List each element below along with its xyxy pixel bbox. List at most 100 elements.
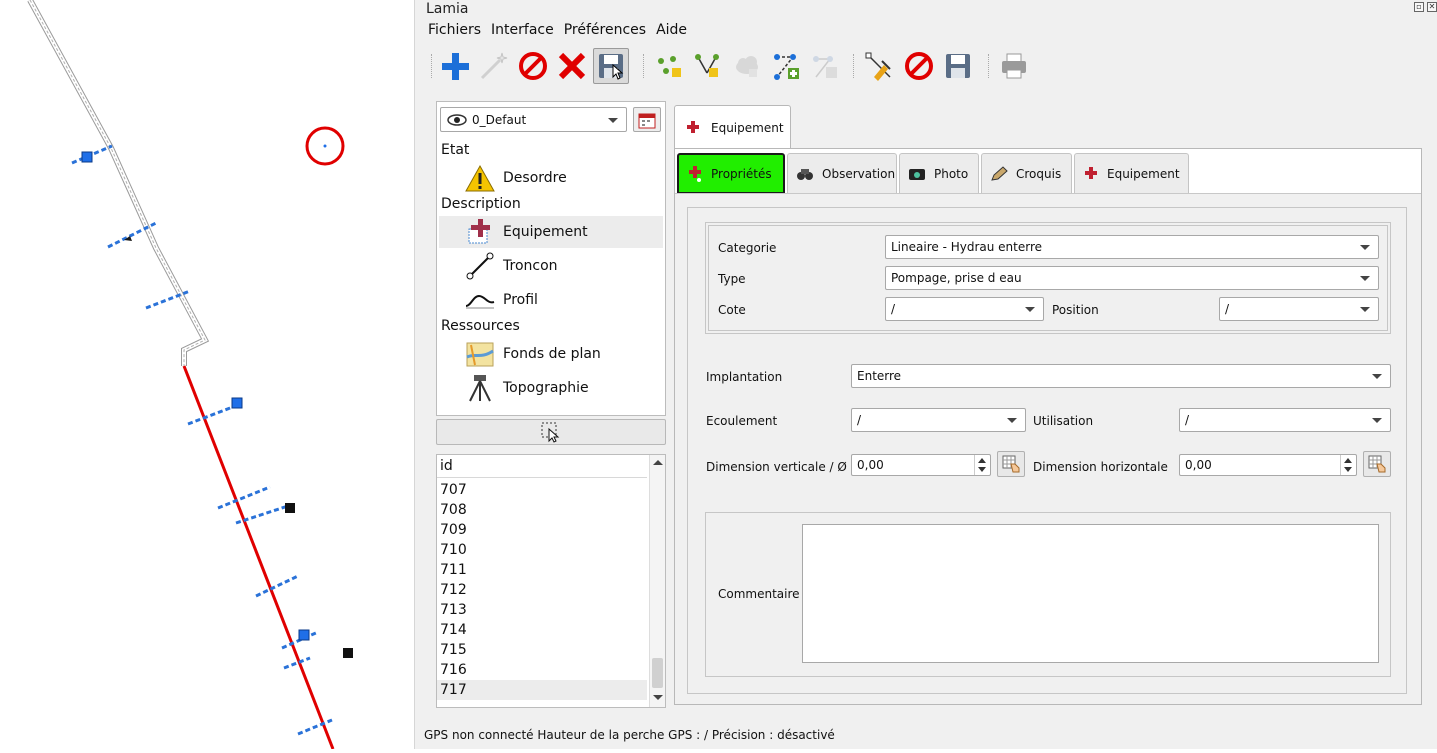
menu-bar: Fichiers Interface Préférences Aide xyxy=(423,21,692,39)
red-line xyxy=(182,365,335,750)
print-icon[interactable] xyxy=(996,48,1032,84)
navigation-panel: 0_Defaut Etat Desordre Description Equip… xyxy=(436,101,666,416)
marker-black[interactable] xyxy=(285,503,295,513)
camera-icon xyxy=(908,167,926,181)
add-line-node-icon[interactable] xyxy=(768,48,804,84)
utilisation-select[interactable]: / xyxy=(1179,408,1391,432)
tab-croquis[interactable]: Croquis xyxy=(981,153,1072,194)
table-row[interactable]: 710 xyxy=(437,540,647,560)
label-commentaire: Commentaire xyxy=(718,587,800,601)
tree-item-label: Profil xyxy=(503,292,538,308)
grid-hand-icon xyxy=(1002,455,1020,473)
status-bar: GPS non connecté Hauteur de la perche GP… xyxy=(424,728,835,742)
calculator-button[interactable] xyxy=(1363,451,1391,477)
table-row[interactable]: 707 xyxy=(437,480,647,500)
label-type: Type xyxy=(718,272,746,286)
delete-icon[interactable] xyxy=(554,48,590,84)
chevron-down-icon xyxy=(1360,245,1370,250)
tree-item-desordre[interactable]: Desordre xyxy=(439,162,663,194)
grey-path xyxy=(27,0,210,366)
label-utilisation: Utilisation xyxy=(1033,414,1094,428)
table-row[interactable]: 716 xyxy=(437,660,647,680)
ecoulement-select[interactable]: / xyxy=(851,408,1026,432)
close-icon[interactable]: ✕ xyxy=(1427,2,1437,12)
cancel-icon[interactable] xyxy=(901,48,937,84)
tab-proprietes[interactable]: Propriétés xyxy=(677,153,785,194)
table-row[interactable]: 712 xyxy=(437,580,647,600)
dimension-verticale-input[interactable]: 0,00 xyxy=(851,454,991,476)
table-row[interactable]: 713 xyxy=(437,600,647,620)
cloud-icon[interactable] xyxy=(729,48,765,84)
add-icon[interactable] xyxy=(437,48,473,84)
dimension-horizontale-input[interactable]: 0,00 xyxy=(1179,454,1357,476)
label-position: Position xyxy=(1052,303,1099,317)
version-combo[interactable]: 0_Defaut xyxy=(440,107,627,132)
scroll-down-icon[interactable] xyxy=(653,695,663,700)
categorie-value: Lineaire - Hydrau enterre xyxy=(891,240,1043,254)
type-select[interactable]: Pompage, prise d eau xyxy=(885,266,1379,290)
select-feature-button[interactable] xyxy=(436,419,666,445)
select-cursor-icon xyxy=(541,422,560,443)
spin-buttons[interactable] xyxy=(1340,455,1356,475)
tree-item-troncon[interactable]: Troncon xyxy=(439,250,663,282)
tab-equipement-main[interactable]: Equipement xyxy=(674,105,791,149)
ecoulement-value: / xyxy=(857,413,862,427)
save-icon[interactable] xyxy=(593,48,629,84)
cote-select[interactable]: / xyxy=(885,297,1044,321)
calendar-button[interactable] xyxy=(633,107,661,132)
position-select[interactable]: / xyxy=(1219,297,1379,321)
marker-blue[interactable] xyxy=(81,151,93,163)
type-value: Pompage, prise d eau xyxy=(891,271,1022,285)
table-row[interactable]: 714 xyxy=(437,620,647,640)
table-row[interactable]: 709 xyxy=(437,520,647,540)
tab-label: Equipement xyxy=(711,120,784,135)
scroll-up-icon[interactable] xyxy=(653,460,663,465)
label-dimension-horizontale: Dimension horizontale xyxy=(1033,460,1168,474)
categorie-select[interactable]: Lineaire - Hydrau enterre xyxy=(885,235,1379,259)
tree-group-ressources: Ressources xyxy=(441,318,520,334)
chevron-down-icon xyxy=(1025,307,1035,312)
table-row[interactable]: 715 xyxy=(437,640,647,660)
equipment-icon xyxy=(465,217,495,247)
line-graph-icon[interactable] xyxy=(807,48,843,84)
marker-blue[interactable] xyxy=(231,397,243,409)
tab-observation[interactable]: Observation xyxy=(787,153,897,194)
map-canvas[interactable] xyxy=(0,0,414,750)
tab-photo[interactable]: Photo xyxy=(899,153,979,194)
profile-icon xyxy=(465,285,495,315)
calculator-button[interactable] xyxy=(997,451,1025,477)
edit-geometry-icon[interactable] xyxy=(861,48,897,84)
tree-item-fonds-de-plan[interactable]: Fonds de plan xyxy=(439,338,663,370)
menu-interface[interactable]: Interface xyxy=(486,21,559,39)
magic-wand-icon[interactable] xyxy=(475,48,511,84)
marker-blue[interactable] xyxy=(298,629,310,641)
table-header-id[interactable]: id xyxy=(437,455,647,478)
commentaire-textarea[interactable] xyxy=(802,524,1379,663)
menu-fichiers[interactable]: Fichiers xyxy=(423,21,486,39)
scroll-thumb[interactable] xyxy=(652,658,663,688)
warning-icon xyxy=(465,163,495,193)
tree-item-equipement[interactable]: Equipement xyxy=(439,216,663,248)
tree-item-label: Desordre xyxy=(503,170,567,186)
menu-aide[interactable]: Aide xyxy=(651,21,692,39)
spin-buttons[interactable] xyxy=(974,455,990,475)
menu-preferences[interactable]: Préférences xyxy=(559,21,651,39)
cancel-icon[interactable] xyxy=(515,48,551,84)
save-icon[interactable] xyxy=(940,48,976,84)
add-node-icon[interactable] xyxy=(650,48,686,84)
tree-item-topographie[interactable]: Topographie xyxy=(439,372,663,404)
tab-equipement[interactable]: Equipement xyxy=(1074,153,1189,194)
marker-black[interactable] xyxy=(343,648,353,658)
edit-node-icon[interactable] xyxy=(689,48,725,84)
implantation-select[interactable]: Enterre xyxy=(851,364,1391,388)
table-row[interactable]: 717 xyxy=(437,680,647,700)
table-row[interactable]: 708 xyxy=(437,500,647,520)
tree-item-label: Equipement xyxy=(503,224,588,240)
tree-item-profil[interactable]: Profil xyxy=(439,284,663,316)
tripod-icon xyxy=(465,373,495,403)
id-table: id 707 708 709 710 711 712 713 714 715 7… xyxy=(436,454,666,708)
list-scrollbar[interactable] xyxy=(649,455,665,707)
table-row[interactable]: 711 xyxy=(437,560,647,580)
restore-icon[interactable]: ▫ xyxy=(1414,2,1424,12)
tree-group-description: Description xyxy=(441,196,521,212)
